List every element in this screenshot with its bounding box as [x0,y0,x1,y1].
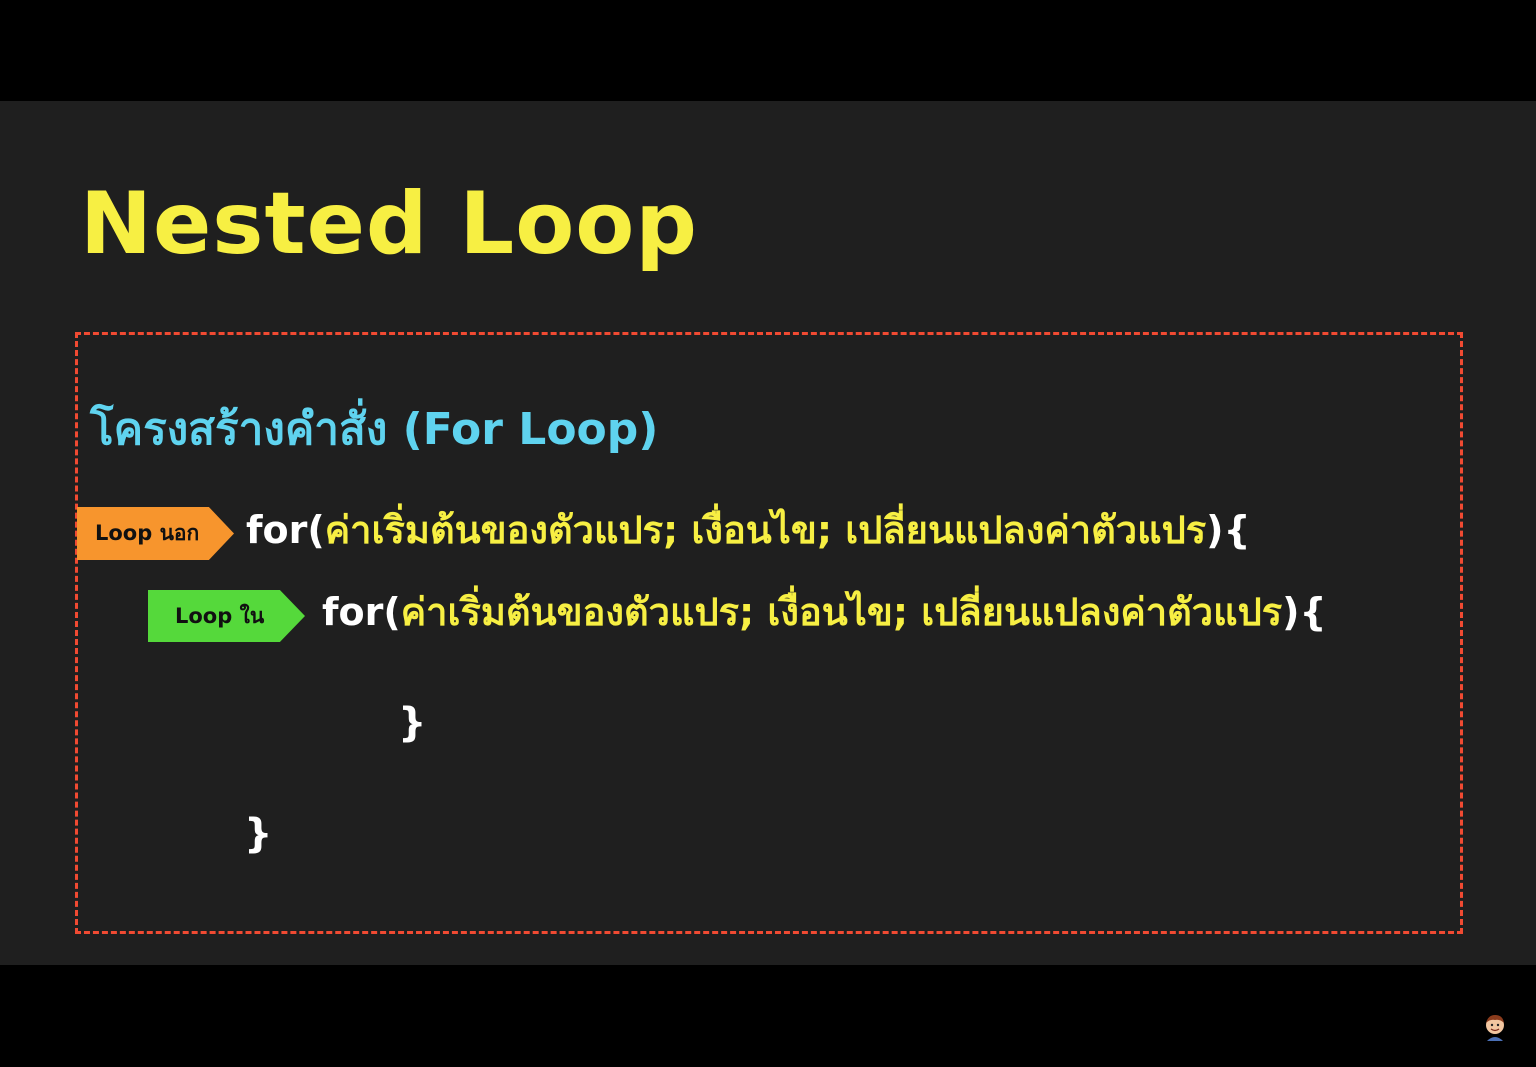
outer-for-keyword: for( [246,508,325,552]
outer-loop-tag-label: Loop นอก [95,521,200,545]
video-frame: Nested Loop โครงสร้างคำสั่ง (For Loop) L… [0,0,1536,1067]
outer-loop-header: for(ค่าเริ่มต้นของตัวแปร; เงื่อนไข; เปลี… [246,511,1251,549]
outer-loop-tag: Loop นอก [77,507,234,560]
presenter-avatar-icon [1486,1015,1504,1041]
inner-loop-tag: Loop ใน [148,590,305,642]
outer-for-params: ค่าเริ่มต้นของตัวแปร; เงื่อนไข; เปลี่ยนแ… [324,508,1207,552]
inner-close-brace: } [398,700,427,746]
slide-title: Nested Loop [80,174,698,274]
inner-loop-tag-label: Loop ใน [175,603,265,628]
syntax-subtitle: โครงสร้างคำสั่ง (For Loop) [90,404,659,455]
outer-open-brace: ){ [1206,508,1251,552]
inner-for-params: ค่าเริ่มต้นของตัวแปร; เงื่อนไข; เปลี่ยนแ… [400,590,1283,634]
inner-for-keyword: for( [322,590,401,634]
slide: Nested Loop โครงสร้างคำสั่ง (For Loop) L… [0,101,1536,965]
inner-open-brace: ){ [1282,590,1327,634]
inner-loop-header: for(ค่าเริ่มต้นของตัวแปร; เงื่อนไข; เปลี… [322,593,1327,631]
outer-close-brace: } [244,811,273,857]
